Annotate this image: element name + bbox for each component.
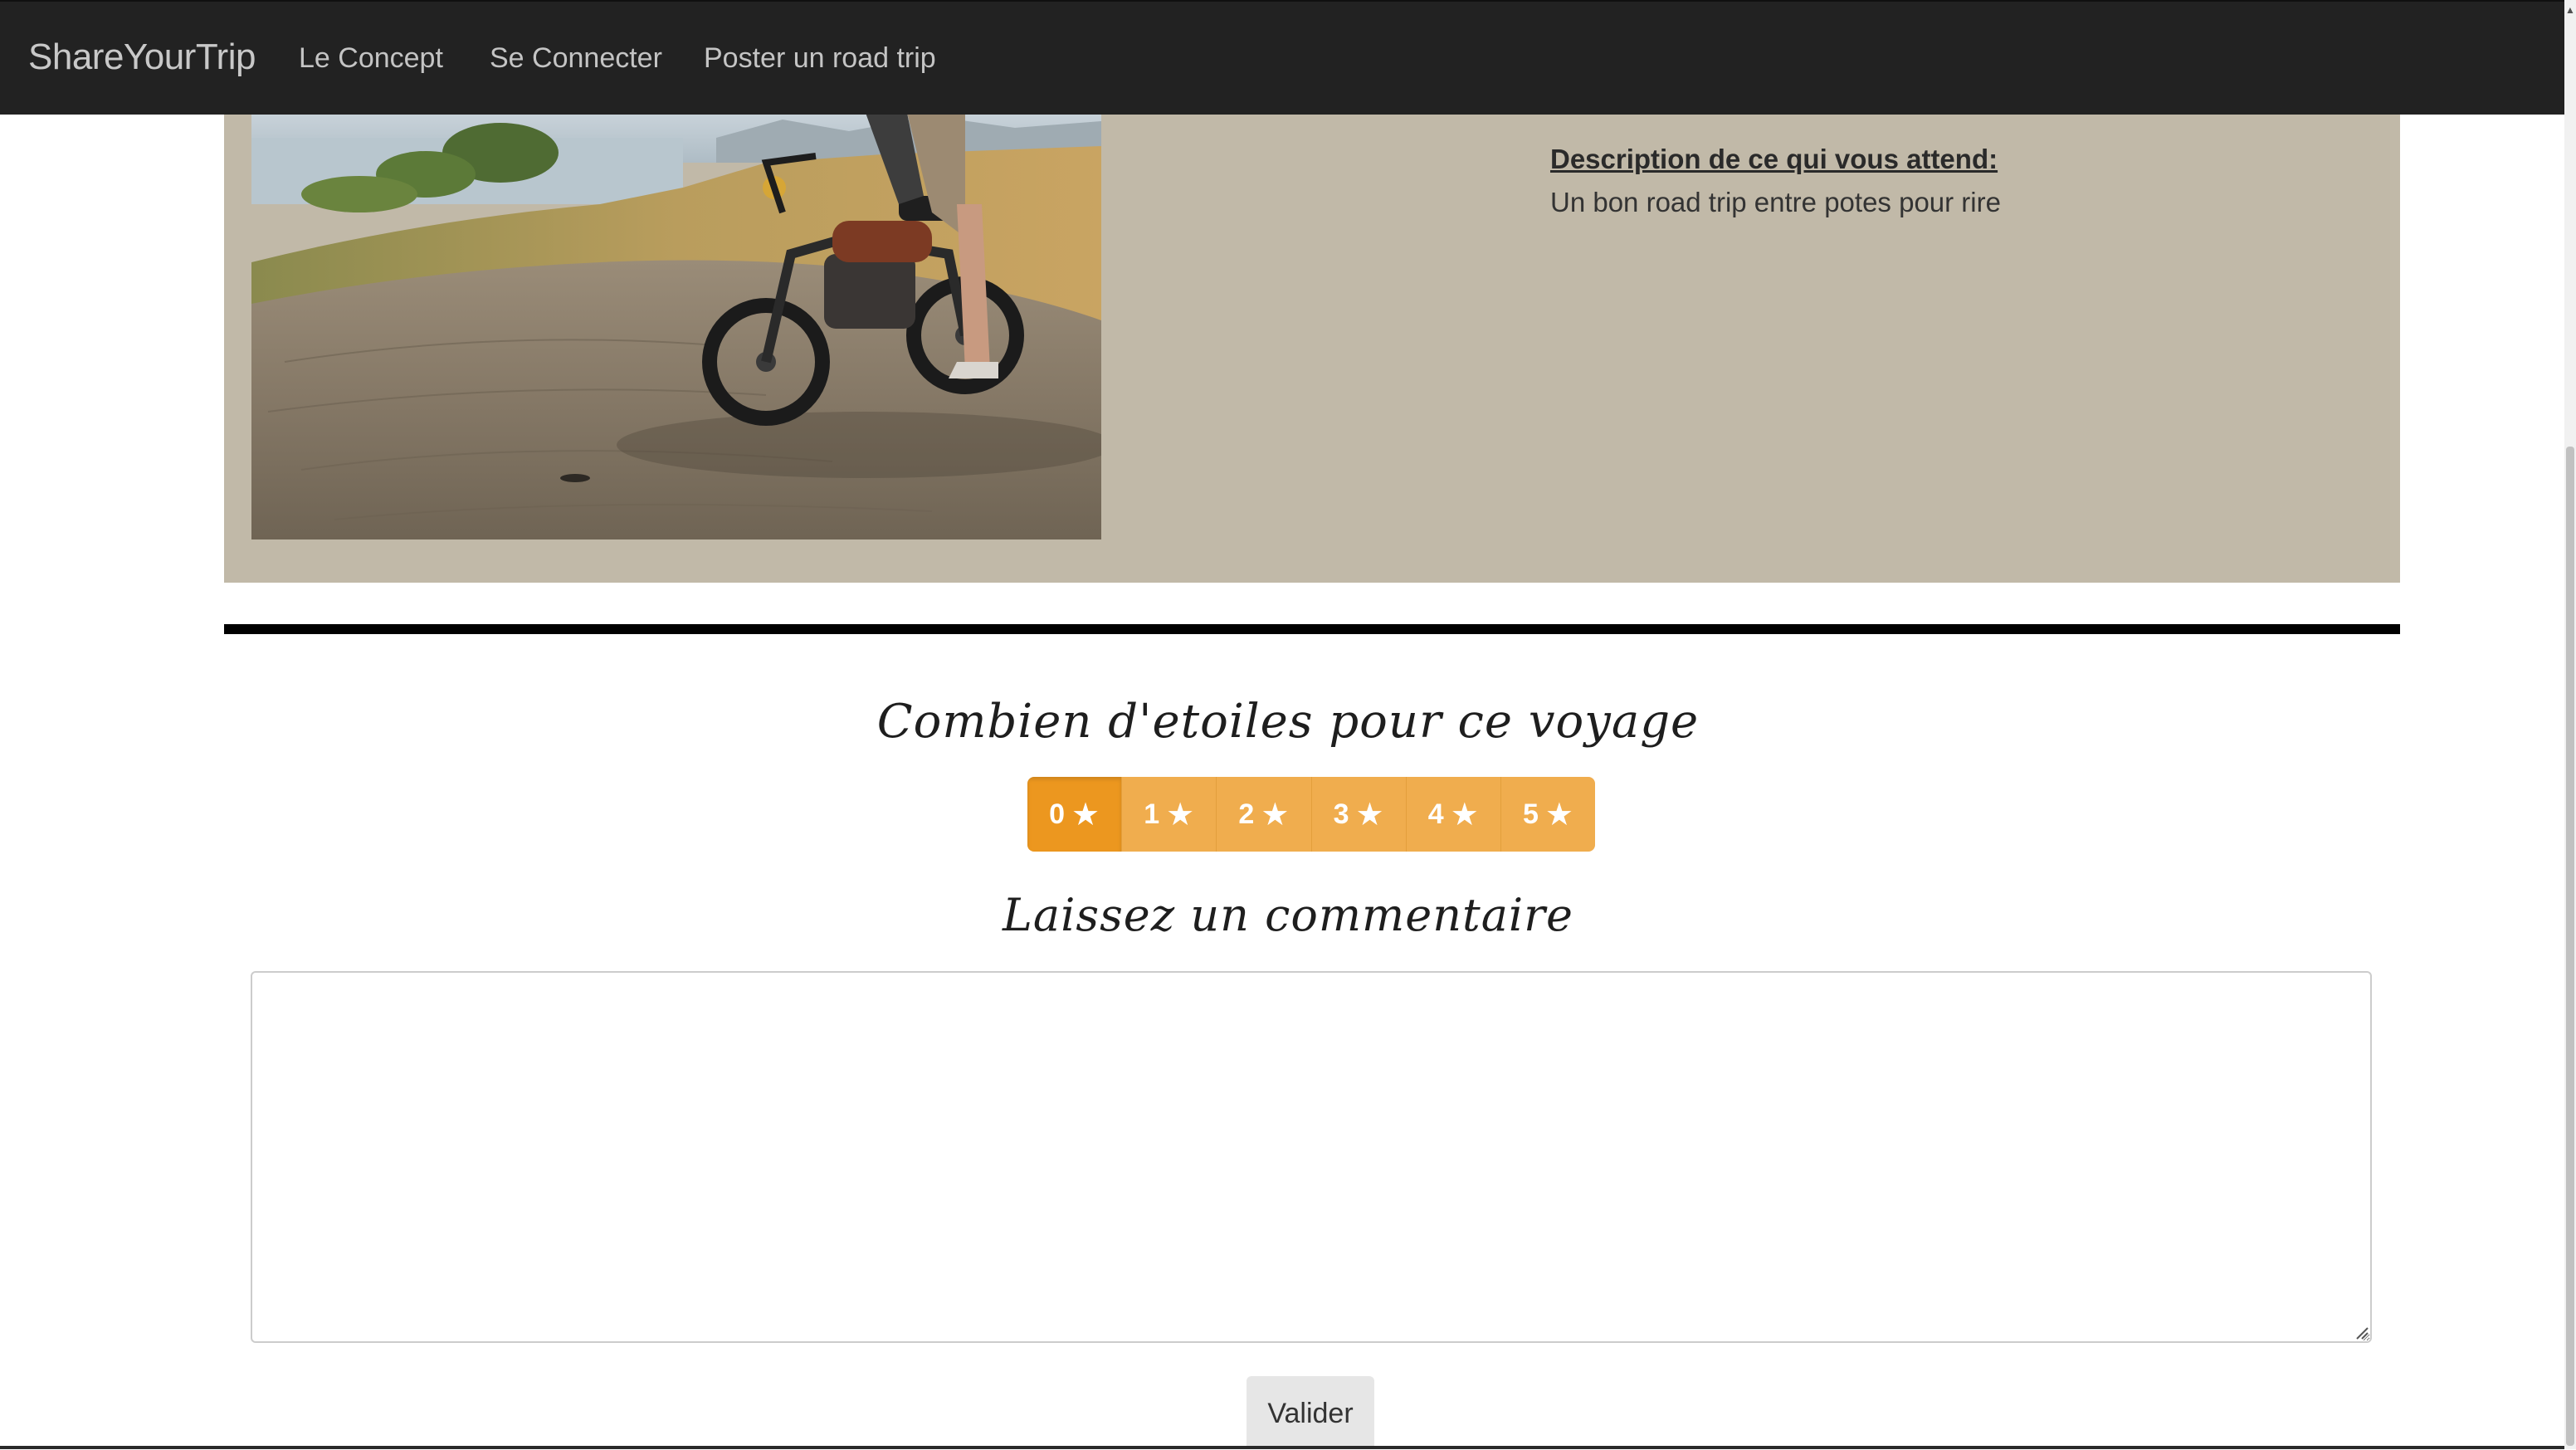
comment-textarea[interactable] bbox=[251, 971, 2372, 1343]
brand-link[interactable]: ShareYourTrip bbox=[28, 33, 256, 81]
submit-button[interactable]: Valider bbox=[1247, 1376, 1374, 1449]
star-rating-group: 0 ★ 1 ★ 2 ★ 3 ★ 4 ★ 5 ★ bbox=[1027, 777, 1595, 852]
star-icon: ★ bbox=[1071, 797, 1100, 832]
star-icon: ★ bbox=[1261, 797, 1290, 832]
rating-option-5-label: 5 bbox=[1522, 798, 1539, 830]
page-bottom-border bbox=[0, 1446, 2576, 1449]
rating-option-1-label: 1 bbox=[1144, 798, 1160, 830]
trip-panel: Description de ce qui vous attend: Un bo… bbox=[224, 113, 2400, 583]
nav-link-concept[interactable]: Le Concept bbox=[299, 40, 443, 76]
rating-option-2-label: 2 bbox=[1238, 798, 1255, 830]
scrollbar-thumb[interactable] bbox=[2566, 447, 2574, 1446]
rating-option-0-label: 0 bbox=[1049, 798, 1065, 830]
section-divider bbox=[224, 624, 2400, 634]
rating-option-3-label: 3 bbox=[1333, 798, 1349, 830]
star-icon: ★ bbox=[1166, 797, 1195, 832]
nav-link-post-road-trip[interactable]: Poster un road trip bbox=[704, 40, 936, 76]
motorcycle-photo-image bbox=[251, 113, 1101, 539]
star-icon: ★ bbox=[1544, 797, 1573, 832]
rating-title: Combien d'etoiles pour ce voyage bbox=[876, 695, 1700, 749]
description-text: Un bon road trip entre potes pour rire bbox=[1550, 187, 2001, 217]
star-icon: ★ bbox=[1450, 797, 1479, 832]
description-title: Description de ce qui vous attend: bbox=[1550, 144, 1998, 174]
scroll-up-arrow-icon[interactable]: ▲ bbox=[2564, 0, 2576, 20]
rating-option-5[interactable]: 5 ★ bbox=[1500, 777, 1595, 852]
rating-option-4-label: 4 bbox=[1427, 798, 1444, 830]
star-icon: ★ bbox=[1355, 797, 1384, 832]
rating-option-4[interactable]: 4 ★ bbox=[1406, 777, 1501, 852]
rating-option-0[interactable]: 0 ★ bbox=[1027, 777, 1123, 852]
nav-link-login[interactable]: Se Connecter bbox=[490, 40, 662, 76]
rating-option-2[interactable]: 2 ★ bbox=[1217, 777, 1312, 852]
motorcycle-photo bbox=[251, 113, 1101, 539]
resize-handle-icon[interactable] bbox=[2354, 1325, 2369, 1340]
rating-option-3[interactable]: 3 ★ bbox=[1311, 777, 1407, 852]
rating-option-1[interactable]: 1 ★ bbox=[1122, 777, 1217, 852]
top-navbar: ShareYourTrip Le Concept Se Connecter Po… bbox=[0, 0, 2564, 115]
comment-title: Laissez un commentaire bbox=[1003, 889, 1573, 941]
